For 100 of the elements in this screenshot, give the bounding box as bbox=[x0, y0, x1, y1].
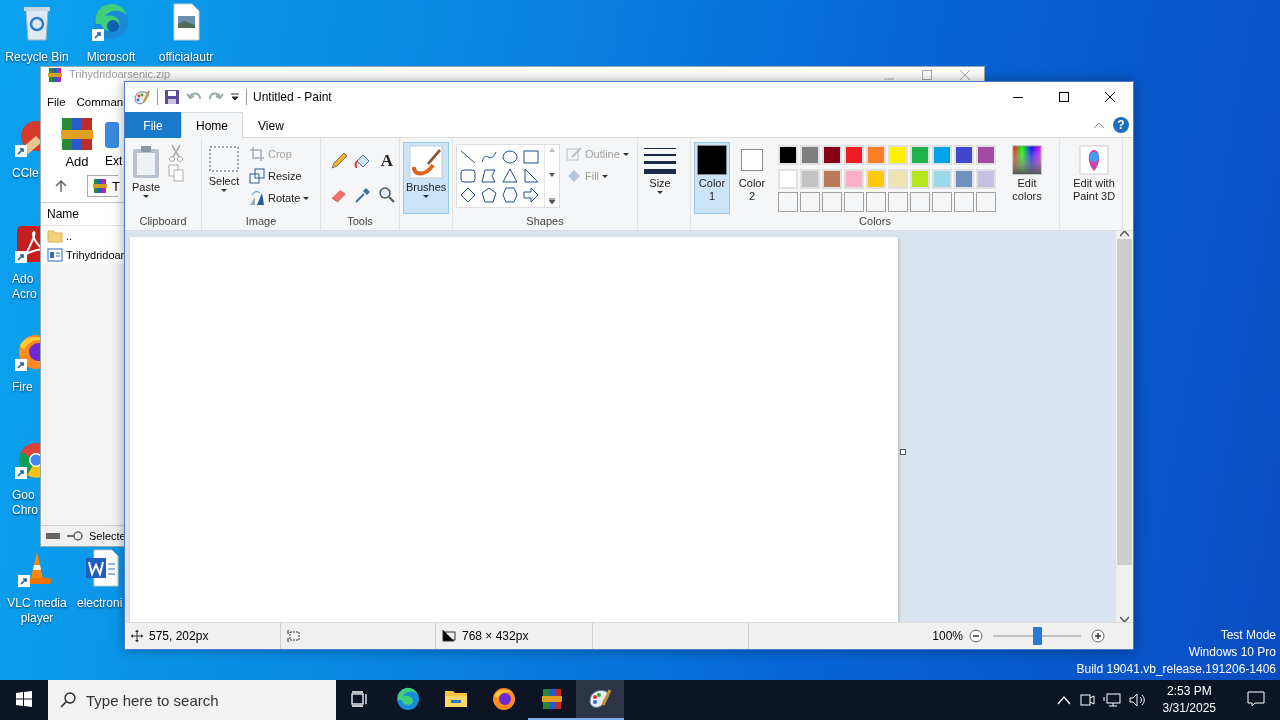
palette-color[interactable] bbox=[888, 168, 908, 189]
caret-icon bbox=[602, 174, 609, 178]
notification-icon[interactable] bbox=[1247, 691, 1265, 707]
empty-color-slot[interactable] bbox=[910, 192, 930, 213]
palette-color[interactable] bbox=[822, 168, 842, 189]
windows-logo-icon[interactable] bbox=[16, 691, 32, 707]
palette-color[interactable] bbox=[976, 168, 996, 189]
zoom-out-icon[interactable] bbox=[969, 629, 983, 643]
brushes-button[interactable]: Brushes bbox=[403, 142, 450, 214]
document-app-icon[interactable] bbox=[14, 224, 40, 264]
empty-color-slot[interactable] bbox=[822, 192, 842, 213]
color-slot-button[interactable]: Color 2 bbox=[734, 142, 770, 214]
up-arrow-icon[interactable] bbox=[55, 179, 67, 193]
palette-color[interactable] bbox=[954, 145, 974, 165]
scroll-down-icon[interactable] bbox=[549, 173, 555, 177]
empty-color-slot[interactable] bbox=[976, 192, 996, 213]
chevron-up-icon[interactable] bbox=[1056, 695, 1071, 705]
zoom-slider-thumb[interactable] bbox=[1033, 627, 1042, 645]
edit-colors-button[interactable]: Edit colors bbox=[1004, 142, 1050, 214]
palette-color[interactable] bbox=[954, 168, 974, 189]
file-menu-button[interactable]: File bbox=[125, 112, 181, 138]
empty-color-slot[interactable] bbox=[932, 192, 952, 213]
diamond-icon[interactable] bbox=[459, 186, 477, 204]
empty-color-slot[interactable] bbox=[888, 192, 908, 213]
palette-color[interactable] bbox=[844, 145, 864, 165]
magnifier-icon[interactable] bbox=[378, 186, 396, 204]
pentagon-icon[interactable] bbox=[480, 186, 498, 204]
color-picker-icon[interactable] bbox=[354, 186, 372, 204]
empty-color-slot[interactable] bbox=[800, 192, 820, 213]
palette-color[interactable] bbox=[866, 145, 886, 165]
path-field[interactable]: T bbox=[87, 175, 118, 197]
text-tool-button[interactable]: A bbox=[376, 150, 398, 172]
save-icon[interactable] bbox=[164, 89, 180, 105]
task-view-icon[interactable] bbox=[351, 691, 369, 707]
palette-color[interactable] bbox=[932, 145, 952, 165]
clock-time[interactable]: 2:53 PM bbox=[1166, 683, 1212, 700]
menu-item[interactable]: File bbox=[47, 96, 66, 108]
size-button[interactable]: Size bbox=[641, 142, 679, 214]
more-icon[interactable] bbox=[549, 198, 555, 204]
palette-color[interactable] bbox=[778, 145, 798, 165]
volume-icon[interactable] bbox=[1128, 692, 1147, 708]
paint-3d-button[interactable]: Edit with Paint 3D bbox=[1063, 142, 1125, 214]
pencil-icon[interactable] bbox=[330, 152, 348, 170]
network-icon[interactable] bbox=[1102, 692, 1121, 708]
palette-color[interactable] bbox=[910, 168, 930, 189]
close-icon[interactable] bbox=[1105, 92, 1115, 102]
scroll-up-icon[interactable] bbox=[1120, 231, 1129, 237]
toolbar-button[interactable]: Ext bbox=[105, 116, 123, 170]
shapes-gallery[interactable] bbox=[456, 144, 560, 208]
scroll-down-icon[interactable] bbox=[1120, 616, 1129, 622]
help-button[interactable]: ? bbox=[1113, 116, 1129, 133]
polygon-icon[interactable] bbox=[480, 167, 498, 185]
color-slot-button[interactable]: Color 1 bbox=[694, 142, 730, 214]
right-triangle-icon[interactable] bbox=[522, 167, 540, 185]
file-name[interactable]: .. bbox=[66, 229, 73, 242]
palette-color[interactable] bbox=[800, 168, 820, 189]
palette-color[interactable] bbox=[976, 145, 996, 165]
maximize-icon[interactable] bbox=[1059, 92, 1069, 102]
empty-color-slot[interactable] bbox=[866, 192, 886, 213]
palette-color[interactable] bbox=[800, 145, 820, 165]
vertical-scrollbar[interactable] bbox=[1116, 231, 1133, 622]
palette-color[interactable] bbox=[888, 145, 908, 165]
toolbar-button[interactable]: Add bbox=[59, 116, 95, 170]
palette-color[interactable] bbox=[822, 145, 842, 165]
paste-button[interactable]: Paste bbox=[128, 142, 164, 214]
palette-color[interactable] bbox=[932, 168, 952, 189]
zoom-in-icon[interactable] bbox=[1091, 629, 1105, 643]
resize-handle[interactable] bbox=[900, 449, 906, 455]
empty-color-slot[interactable] bbox=[778, 192, 798, 213]
search-bar[interactable]: Type here to search bbox=[48, 680, 336, 720]
empty-color-slot[interactable] bbox=[954, 192, 974, 213]
dropdown-icon[interactable] bbox=[230, 92, 240, 102]
triangle-icon[interactable] bbox=[501, 167, 519, 185]
palette-color[interactable] bbox=[910, 145, 930, 165]
canvas-size-icon bbox=[442, 630, 456, 642]
rounded-rectangle-icon[interactable] bbox=[459, 167, 477, 185]
select-button[interactable]: Select bbox=[205, 142, 243, 214]
resize-button[interactable]: Resize bbox=[247, 166, 312, 186]
palette-color[interactable] bbox=[778, 168, 798, 189]
menu-item[interactable]: Comman bbox=[76, 96, 124, 108]
empty-color-slot[interactable] bbox=[844, 192, 864, 213]
ribbon-tab[interactable]: Home bbox=[181, 112, 243, 138]
rotate-button[interactable]: Rotate bbox=[247, 188, 312, 208]
search-field[interactable]: Type here to search bbox=[84, 689, 328, 711]
column-header[interactable]: Name bbox=[47, 207, 79, 221]
arrow-icon[interactable] bbox=[522, 186, 540, 204]
oval-icon[interactable] bbox=[501, 148, 519, 166]
hexagon-icon[interactable] bbox=[501, 186, 519, 204]
browser-icon[interactable] bbox=[91, 2, 131, 42]
collapse-icon[interactable] bbox=[1093, 120, 1105, 129]
palette-color[interactable] bbox=[866, 168, 886, 189]
desktop-icon-label: Fire bbox=[12, 380, 33, 395]
line-icon[interactable] bbox=[459, 148, 477, 166]
ribbon-tab[interactable]: View bbox=[243, 112, 299, 138]
taskbar-app-button[interactable] bbox=[576, 680, 624, 720]
camera-icon[interactable] bbox=[1078, 692, 1095, 708]
palette-icon[interactable] bbox=[133, 89, 151, 105]
clock-date[interactable]: 3/31/2025 bbox=[1162, 700, 1216, 717]
palette-color[interactable] bbox=[844, 168, 864, 189]
file-name[interactable]: Trihydridoar bbox=[66, 248, 125, 261]
